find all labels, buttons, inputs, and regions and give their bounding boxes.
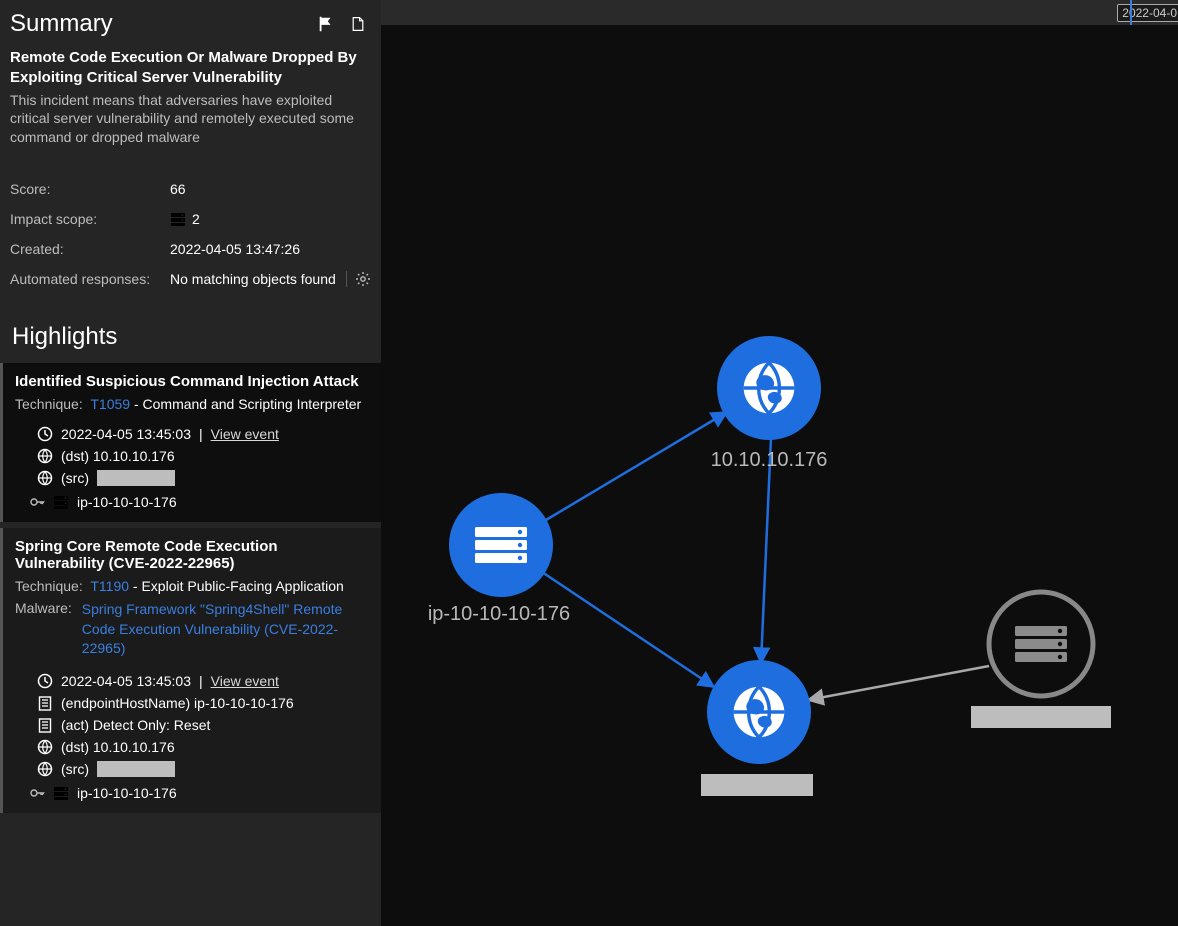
dst-row: (dst) 10.10.10.176 (37, 739, 371, 755)
graph-panel[interactable]: 2022-04-0 ip-10-10-10-176 10.10.10.176 (381, 0, 1178, 926)
event-time-row: 2022-04-05 13:45:03 | View event (37, 673, 371, 689)
sidebar: Summary Remote Code Execution Or Malware… (0, 0, 381, 926)
incident-description: This incident means that adversaries hav… (10, 91, 371, 148)
globe-icon (37, 739, 53, 755)
impact-value: 2 (170, 211, 200, 227)
redacted-value (97, 761, 175, 777)
score-label: Score: (10, 181, 170, 197)
summary-heading: Summary (10, 10, 113, 38)
host-row: ip-10-10-10-176 (29, 785, 371, 801)
redacted-value (97, 470, 175, 486)
topology-graph[interactable]: ip-10-10-10-176 10.10.10.176 (381, 0, 1178, 926)
src-row: (src) (37, 761, 371, 777)
graph-node-external-label (971, 706, 1111, 728)
globe-icon (37, 448, 53, 464)
score-value: 66 (170, 181, 186, 197)
dst-row: (dst) 10.10.10.176 (37, 448, 371, 464)
highlights-heading: Highlights (0, 315, 381, 363)
act-row: (act) Detect Only: Reset (37, 717, 371, 733)
flag-icon[interactable] (317, 14, 335, 34)
impact-label: Impact scope: (10, 211, 170, 227)
server-icon (53, 494, 69, 510)
summary-block: Remote Code Execution Or Malware Dropped… (0, 42, 381, 159)
document-icon[interactable] (349, 14, 367, 34)
graph-node-redacted-label (701, 774, 813, 796)
summary-header: Summary (0, 0, 381, 42)
highlight-card[interactable]: Spring Core Remote Code Execution Vulner… (0, 528, 381, 813)
graph-node-ip-label: 10.10.10.176 (711, 449, 828, 471)
clock-icon (37, 673, 53, 689)
technique-link[interactable]: T1059 (90, 396, 130, 412)
incident-title: Remote Code Execution Or Malware Dropped… (10, 48, 371, 89)
view-event-link[interactable]: View event (211, 673, 279, 689)
created-value: 2022-04-05 13:47:26 (170, 241, 300, 257)
summary-fields: Score: 66 Impact scope: 2 Created: 2022-… (0, 159, 381, 315)
clock-icon (37, 426, 53, 442)
server-icon (53, 785, 69, 801)
graph-node-redacted[interactable] (707, 660, 811, 764)
highlight-card[interactable]: Identified Suspicious Command Injection … (0, 363, 381, 522)
technique-row: Technique: T1059 - Command and Scripting… (15, 396, 371, 412)
technique-link[interactable]: T1190 (90, 578, 129, 594)
page-icon (37, 717, 53, 733)
globe-icon (37, 470, 53, 486)
page-icon (37, 695, 53, 711)
highlight-title: Identified Suspicious Command Injection … (15, 373, 371, 390)
key-icon (29, 494, 45, 510)
graph-edge[interactable] (546, 412, 727, 520)
highlight-title: Spring Core Remote Code Execution Vulner… (15, 538, 371, 572)
graph-node-ip[interactable] (717, 336, 821, 440)
graph-node-external-server[interactable] (989, 592, 1093, 696)
malware-row: Malware: Spring Framework "Spring4Shell"… (15, 600, 371, 659)
created-label: Created: (10, 241, 170, 257)
graph-edge[interactable] (808, 666, 989, 700)
view-event-link[interactable]: View event (211, 426, 279, 442)
event-time-row: 2022-04-05 13:45:03 | View event (37, 426, 371, 442)
endpoint-row: (endpointHostName) ip-10-10-10-176 (37, 695, 371, 711)
technique-row: Technique: T1190 - Exploit Public-Facing… (15, 578, 371, 594)
src-row: (src) (37, 470, 371, 486)
graph-node-host[interactable] (449, 493, 553, 597)
graph-node-host-label: ip-10-10-10-176 (428, 603, 570, 625)
malware-link[interactable]: Spring Framework "Spring4Shell" Remote C… (82, 600, 371, 659)
globe-icon (37, 761, 53, 777)
automated-responses-value: No matching objects found (170, 271, 371, 287)
key-icon (29, 785, 45, 801)
graph-edge[interactable] (542, 572, 714, 687)
graph-edge[interactable] (761, 438, 771, 663)
gear-icon[interactable] (346, 271, 371, 287)
server-icon (170, 211, 186, 227)
host-row: ip-10-10-10-176 (29, 494, 371, 510)
automated-responses-label: Automated responses: (10, 271, 170, 287)
